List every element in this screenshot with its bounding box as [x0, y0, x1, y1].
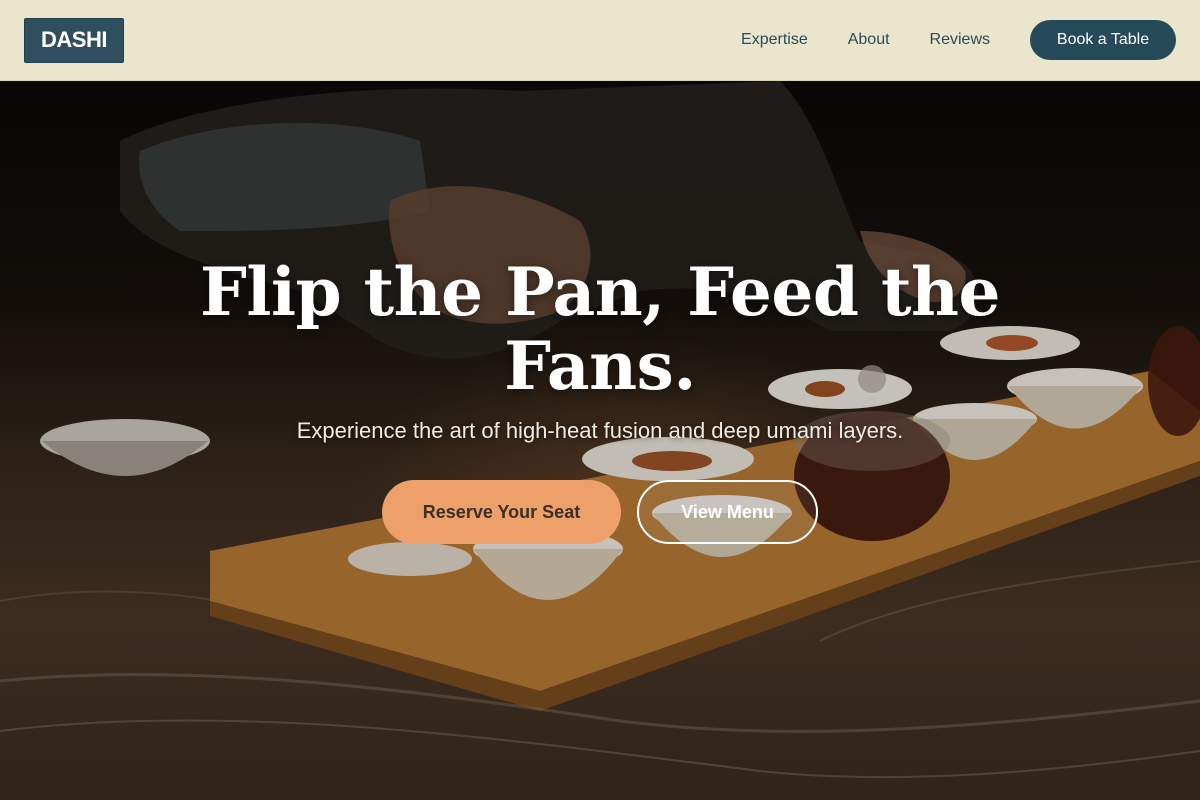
view-menu-button[interactable]: View Menu — [637, 480, 818, 544]
main-nav: Expertise About Reviews Book a Table — [741, 20, 1176, 60]
hero-subtitle: Experience the art of high-heat fusion a… — [296, 418, 904, 443]
nav-link-about[interactable]: About — [848, 31, 890, 49]
book-table-button[interactable]: Book a Table — [1030, 20, 1176, 60]
reserve-seat-button[interactable]: Reserve Your Seat — [382, 480, 621, 544]
hero-title: Flip the Pan, Feed the Fans. — [200, 253, 1000, 405]
logo[interactable]: DASHI — [24, 17, 124, 63]
site-header: DASHI Expertise About Reviews Book a Tab… — [0, 0, 1200, 81]
hero-content: Flip the Pan, Feed the Fans. Experience … — [0, 81, 1200, 800]
nav-link-expertise[interactable]: Expertise — [741, 31, 808, 49]
hero-section: Flip the Pan, Feed the Fans. Experience … — [0, 81, 1200, 800]
nav-link-reviews[interactable]: Reviews — [930, 31, 990, 49]
